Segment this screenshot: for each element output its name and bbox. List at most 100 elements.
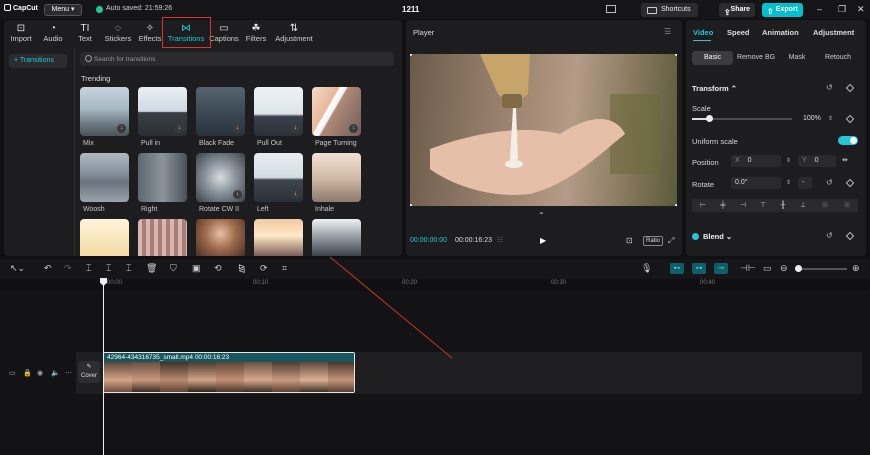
undo-icon[interactable]: ↶ [44, 263, 52, 273]
transition-thumb-right[interactable] [138, 153, 187, 202]
transition-thumb-pull-out[interactable]: ↓ [254, 87, 303, 136]
close-icon[interactable]: ✕ [857, 4, 865, 14]
subtab-retouch[interactable]: Retouch [818, 51, 858, 65]
mirror-icon[interactable]: ⧎ [238, 263, 246, 273]
transform-heading[interactable]: Transform ⌃ [692, 84, 737, 93]
transition-thumb-rotate-cw-ii[interactable]: ↓ [196, 153, 245, 202]
transition-thumb[interactable] [196, 219, 245, 256]
rotate-handle-icon[interactable]: ⌃ [538, 211, 545, 220]
speaker-icon[interactable]: 🔈 [51, 369, 60, 377]
split-left-icon[interactable]: ⌶ [106, 263, 111, 273]
select-tool-icon[interactable]: ↖⌄ [10, 263, 25, 273]
tab-effects[interactable]: ✧ Effects [136, 20, 164, 47]
reset-icon[interactable]: ↺ [826, 178, 833, 187]
scale-slider-handle[interactable] [706, 115, 713, 122]
split-icon[interactable]: ⌶ [86, 263, 91, 273]
stepper-icon[interactable]: ⇕ [786, 179, 791, 186]
tab-adjustment-inspector[interactable]: Adjustment [813, 28, 854, 37]
transition-thumb[interactable] [80, 219, 129, 256]
sidenav-item-transitions[interactable]: + Transitions [9, 54, 67, 68]
uniform-scale-toggle[interactable] [838, 136, 858, 145]
shield-icon[interactable]: ⛉ [170, 263, 177, 273]
tab-text[interactable]: TI Text [71, 20, 99, 47]
transition-thumb-left[interactable]: ↓ [254, 153, 303, 202]
align-center-v-icon[interactable]: ╫ [774, 200, 792, 211]
rotate-icon[interactable]: ⟳ [260, 263, 268, 273]
menu-icon[interactable]: ☰ [664, 27, 671, 36]
zoom-slider[interactable] [795, 268, 847, 270]
position-x-field[interactable]: X0 [731, 155, 781, 167]
tab-captions[interactable]: ▭ Captions [208, 20, 240, 47]
transition-thumb[interactable] [138, 219, 187, 256]
subtab-mask[interactable]: Mask [780, 51, 814, 65]
reset-icon[interactable]: ↺ [826, 231, 833, 240]
more-icon[interactable]: ⋯ [65, 369, 72, 377]
distribute-h-icon[interactable]: ⊞ [816, 200, 834, 211]
layout-icon[interactable] [606, 5, 616, 13]
transition-thumb-inhale[interactable] [312, 153, 361, 202]
timecode-grid-icon[interactable]: ☷ [497, 236, 503, 244]
play-button[interactable]: ▶ [540, 236, 546, 245]
transition-thumb-page-turning[interactable]: ↓ [312, 87, 361, 136]
align-center-h-icon[interactable]: ╪ [714, 200, 732, 211]
crop-icon[interactable]: ⌗ [282, 263, 287, 273]
tab-audio[interactable]: ◔ Audio [38, 20, 68, 47]
playhead[interactable] [103, 279, 104, 455]
cover-button[interactable]: ✎ Cover [78, 361, 100, 383]
transition-thumb-black-fade[interactable]: ↓ [196, 87, 245, 136]
tab-adjustment[interactable]: ⇅ Adjustment [272, 20, 316, 47]
freeze-icon[interactable]: ▣ [192, 263, 201, 273]
align-top-icon[interactable]: ⊤ [754, 200, 772, 211]
tab-video[interactable]: Video [693, 28, 713, 37]
scale-value[interactable]: 100% [803, 115, 821, 122]
main-track-magnet-icon[interactable]: ⊷ [670, 263, 684, 274]
search-input[interactable] [94, 53, 384, 65]
eye-icon[interactable]: ◉ [37, 369, 43, 377]
preview-axis-icon[interactable]: ⊣⊢ [740, 263, 756, 273]
resize-handle[interactable] [675, 54, 677, 56]
menu-button[interactable]: Menu ▾ [44, 4, 82, 16]
resize-handle[interactable] [675, 204, 677, 206]
redo-icon[interactable]: ↷ [64, 263, 72, 273]
stepper-icon[interactable]: ⇕ [786, 157, 791, 164]
rotate-flip-button[interactable]: - [798, 177, 812, 189]
track-thumbnail-icon[interactable]: ▭ [9, 369, 16, 377]
export-button[interactable]: ⇧ Export [762, 3, 803, 17]
lock-icon[interactable]: 🔒 [23, 369, 32, 377]
caption-icon[interactable]: ▭ [763, 263, 772, 273]
align-bottom-icon[interactable]: ⊥ [794, 200, 812, 211]
transition-thumb[interactable] [312, 219, 361, 256]
stepper-icon[interactable]: ⇕ [828, 115, 833, 122]
delete-icon[interactable]: 🗑 [146, 263, 157, 273]
tab-import[interactable]: ⊡ Import [6, 20, 36, 47]
playhead-handle[interactable] [100, 278, 107, 286]
share-button[interactable]: ⇪ Share [719, 3, 755, 17]
minimize-icon[interactable]: – [817, 4, 822, 14]
reverse-icon[interactable]: ⟲ [214, 263, 222, 273]
align-right-icon[interactable]: ⊣ [734, 200, 752, 211]
transition-thumb-mix[interactable]: ↓ [80, 87, 129, 136]
rotate-field[interactable]: 0.0° [731, 177, 781, 189]
transition-thumb-pull-in[interactable]: ↓ [138, 87, 187, 136]
tab-speed[interactable]: Speed [727, 28, 750, 37]
distribute-v-icon[interactable]: ⊞ [838, 200, 856, 211]
split-right-icon[interactable]: ⌶ [126, 263, 131, 273]
blend-checkbox[interactable] [692, 233, 699, 240]
transition-thumb-woosh[interactable] [80, 153, 129, 202]
tab-animation[interactable]: Animation [762, 28, 799, 37]
fullscreen-icon[interactable]: ⤢ [668, 236, 674, 246]
microphone-icon[interactable]: 🎙 [641, 263, 652, 273]
subtab-basic[interactable]: Basic [692, 51, 733, 65]
linkage-icon[interactable]: ⊸ [714, 263, 728, 274]
link-icon[interactable]: ⇹ [842, 156, 848, 164]
tab-stickers[interactable]: ◌ Stickers [101, 20, 135, 47]
reset-icon[interactable]: ↺ [826, 83, 833, 92]
zoom-out-icon[interactable]: ⊖ [780, 263, 788, 273]
transition-thumb[interactable] [254, 219, 303, 256]
subtab-remove-bg[interactable]: Remove BG [735, 51, 777, 65]
position-y-field[interactable]: Y0 [798, 155, 836, 167]
video-preview[interactable] [410, 54, 677, 206]
blend-heading[interactable]: Blend ⌄ [703, 232, 732, 241]
resize-handle[interactable] [410, 204, 412, 206]
zoom-slider-handle[interactable] [795, 265, 802, 272]
